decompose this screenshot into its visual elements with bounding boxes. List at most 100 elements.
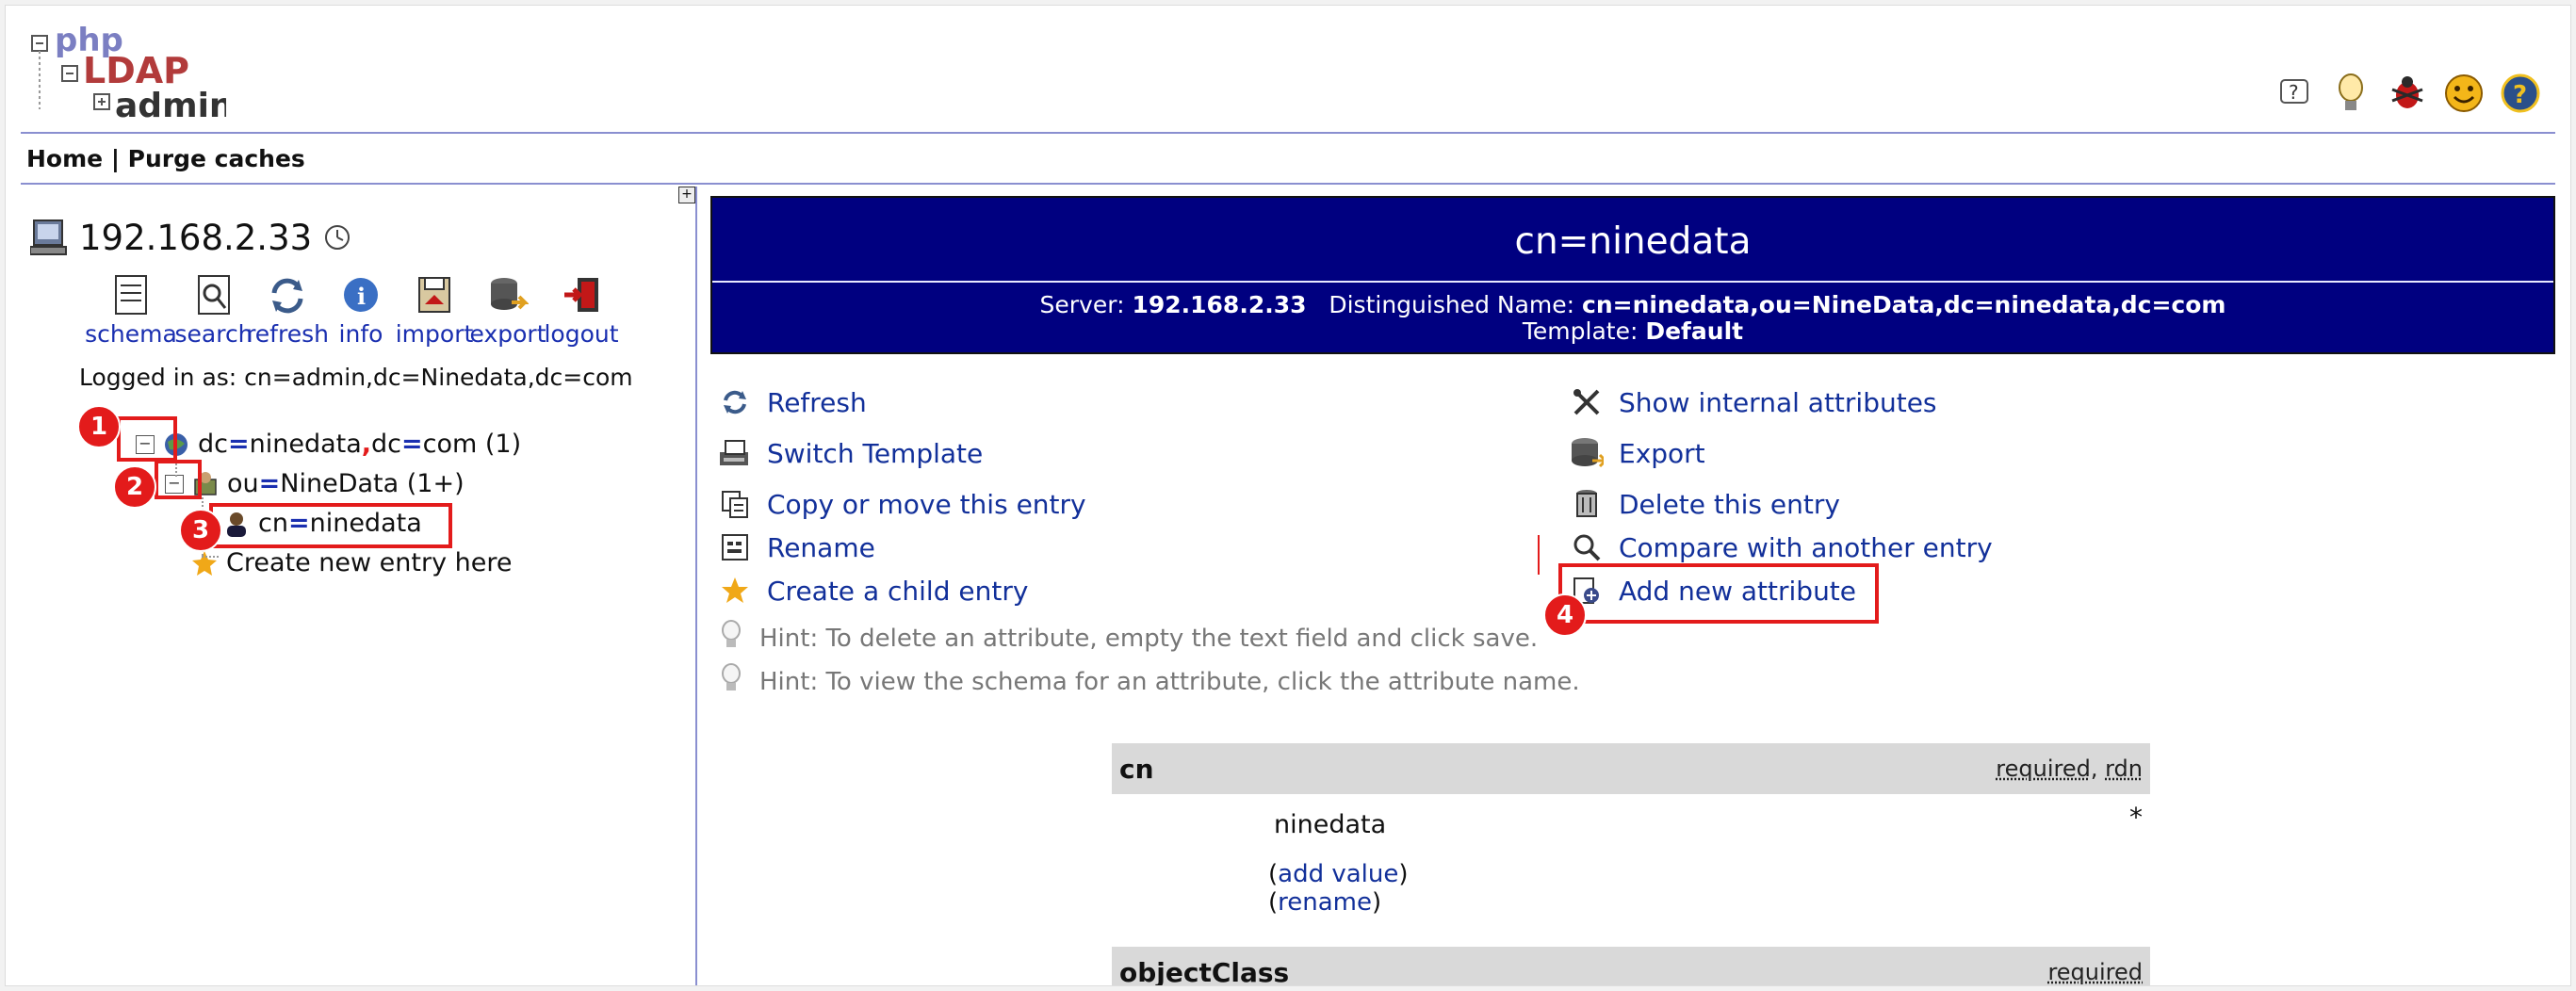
lightbulb-icon — [718, 662, 744, 701]
clock-icon[interactable] — [323, 223, 351, 252]
lightbulb-icon — [718, 619, 744, 658]
expand-panel-icon[interactable]: + — [678, 187, 695, 203]
info-icon: i — [340, 273, 382, 317]
star-icon — [718, 574, 752, 608]
cn-value-input[interactable] — [1268, 805, 1939, 843]
schema-button[interactable]: schema — [85, 273, 177, 348]
logout-icon — [561, 273, 602, 317]
add-value-row: (add value) — [1268, 860, 1409, 888]
svg-text:?: ? — [2289, 81, 2299, 104]
dn-label: Distinguished Name: — [1329, 291, 1583, 318]
step-badge-4: 4 — [1543, 593, 1587, 637]
tree-panel: + 192.168.2.33 schema search refresh i i… — [21, 187, 695, 985]
hint-schema: Hint: To view the schema for an attribut… — [718, 662, 1580, 701]
annotation-marker — [1538, 535, 1540, 575]
server-name[interactable]: 192.168.2.33 — [79, 218, 312, 258]
hint-bulb-icon[interactable] — [2329, 72, 2372, 115]
rdn-flag: rdn — [2105, 755, 2143, 782]
required-marker: * — [2129, 802, 2143, 833]
tree-node-ou-label[interactable]: ou=NineData (1+) — [227, 469, 465, 498]
bug-icon[interactable] — [2386, 72, 2429, 115]
info-button[interactable]: i info — [324, 273, 398, 348]
switch-template-icon — [718, 436, 752, 470]
create-entry-link[interactable]: Create new entry here — [226, 548, 513, 577]
logged-in-status: Logged in as: cn=admin,dc=Ninedata,dc=co… — [79, 364, 633, 391]
rename-link[interactable]: rename — [1278, 888, 1372, 917]
attribute-body-cn: * (add value) (rename) — [1112, 794, 2150, 935]
highlight-box-2 — [155, 460, 202, 499]
hint-schema-text: Hint: To view the schema for an attribut… — [759, 667, 1580, 696]
star-icon — [192, 550, 217, 576]
title-divider — [712, 281, 2553, 283]
copy-move-action[interactable]: Copy or move this entry — [718, 487, 1086, 521]
server-icon — [30, 219, 67, 255]
export-action[interactable]: Export — [1570, 436, 1705, 470]
tree-line — [202, 556, 219, 558]
tools-icon — [1570, 385, 1604, 419]
attribute-name-cn[interactable]: cn — [1119, 754, 1154, 785]
svg-text:i: i — [357, 283, 366, 310]
nav-separator: | — [103, 145, 128, 172]
info-label: info — [338, 320, 383, 348]
entry-title: cn=ninedata — [1514, 220, 1752, 263]
rename-action[interactable]: Rename — [718, 530, 875, 564]
home-link[interactable]: Home — [26, 145, 103, 172]
switch-template-action[interactable]: Switch Template — [718, 436, 983, 470]
search-icon — [193, 273, 235, 317]
show-internal-label: Show internal attributes — [1619, 386, 1937, 418]
tree-node-root[interactable]: − dc=ninedata,dc=com (1) — [136, 430, 521, 459]
top-navigation: Home | Purge caches — [26, 145, 305, 172]
phpldapadmin-logo[interactable]: php LDAP admin — [28, 22, 234, 125]
hint-delete: Hint: To delete an attribute, empty the … — [718, 619, 1538, 658]
compare-entry-label: Compare with another entry — [1619, 531, 1993, 563]
rename-icon — [718, 530, 752, 564]
refresh-label: refresh — [246, 320, 329, 348]
dn-value: cn=ninedata,ou=NineData,dc=ninedata,dc=c… — [1582, 291, 2226, 318]
entry-title-bar: cn=ninedata Server: 192.168.2.33 Disting… — [710, 196, 2555, 354]
schema-icon — [110, 273, 152, 317]
compare-entry-action[interactable]: Compare with another entry — [1570, 530, 1993, 564]
show-internal-action[interactable]: Show internal attributes — [1570, 385, 1937, 419]
header-divider — [21, 132, 2555, 134]
server-value: 192.168.2.33 — [1132, 291, 1307, 318]
smiley-icon[interactable] — [2442, 72, 2486, 115]
delete-entry-action[interactable]: Delete this entry — [1570, 487, 1840, 521]
rename-row: (rename) — [1268, 888, 1382, 917]
nav-divider — [21, 183, 2555, 185]
logo-ldap: LDAP — [83, 50, 189, 91]
refresh-icon — [267, 273, 308, 317]
purge-caches-link[interactable]: Purge caches — [128, 145, 305, 172]
refresh-action[interactable]: Refresh — [718, 385, 867, 419]
tree-node-ou[interactable]: − ou=NineData (1+) — [165, 469, 465, 498]
export-label: export — [469, 320, 546, 348]
attribute-table: cn required, rdn * (add value) (rename) … — [1112, 743, 2150, 986]
server-label: Server: — [1039, 291, 1133, 318]
import-button[interactable]: import — [396, 273, 473, 348]
attribute-header-objectclass: objectClass required — [1112, 947, 2150, 986]
create-child-action[interactable]: Create a child entry — [718, 574, 1028, 608]
step-badge-1: 1 — [77, 405, 121, 448]
switch-template-label: Switch Template — [767, 437, 984, 469]
highlight-box-3 — [209, 503, 452, 548]
step-badge-2: 2 — [113, 465, 156, 509]
attribute-name-objectclass[interactable]: objectClass — [1119, 957, 1289, 986]
help-icon[interactable]: ? — [2273, 72, 2316, 115]
export-button[interactable]: export — [469, 273, 546, 348]
export-icon — [1570, 436, 1604, 470]
refresh-icon — [718, 385, 752, 419]
delete-entry-label: Delete this entry — [1619, 488, 1840, 520]
tree-node-root-label[interactable]: dc=ninedata,dc=com (1) — [198, 430, 521, 459]
logout-button[interactable]: logout — [544, 273, 619, 348]
add-value-link[interactable]: add value — [1278, 860, 1398, 888]
highlight-box-1 — [117, 416, 177, 462]
compare-icon — [1570, 530, 1604, 564]
copy-icon — [718, 487, 752, 521]
search-button[interactable]: search — [174, 273, 253, 348]
template-value: Default — [1645, 317, 1744, 345]
entry-info: Server: 192.168.2.33 Distinguished Name:… — [712, 292, 2553, 345]
logo-admin: admin — [115, 87, 226, 123]
question-icon[interactable]: ? — [2499, 72, 2542, 115]
tree-node-create[interactable]: Create new entry here — [190, 548, 513, 577]
refresh-button[interactable]: refresh — [246, 273, 329, 348]
browser-page: php LDAP admin ? ? Home | Purge caches + — [5, 5, 2571, 986]
